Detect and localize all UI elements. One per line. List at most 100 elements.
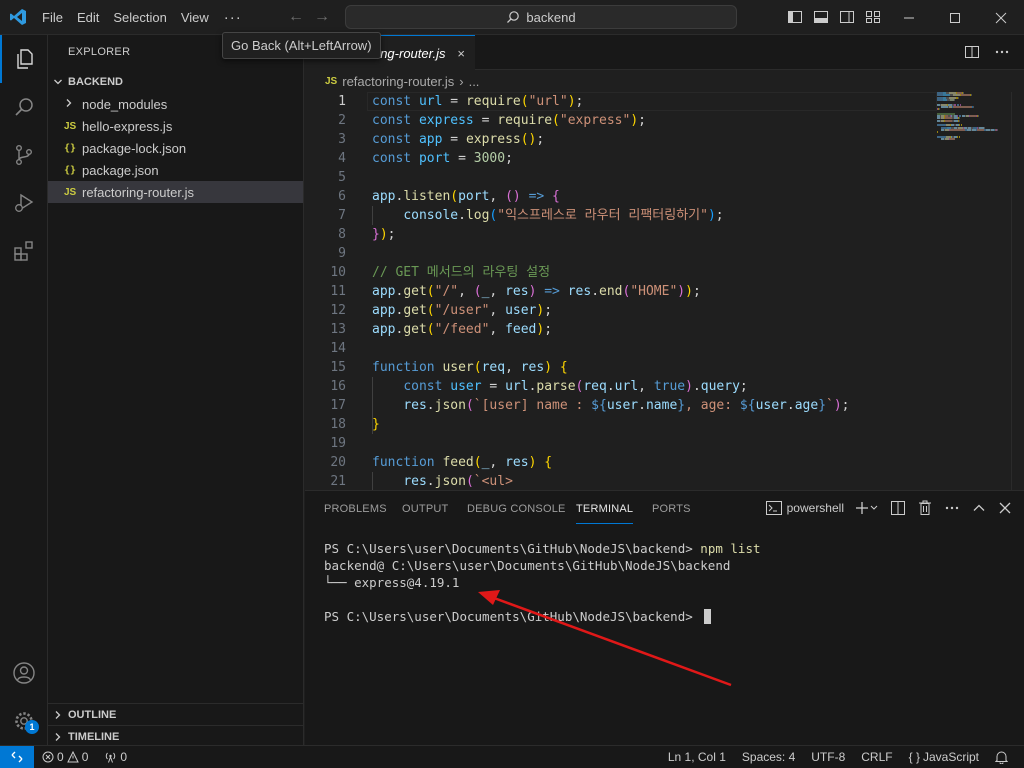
trash-icon[interactable] xyxy=(918,500,932,516)
notifications-button[interactable] xyxy=(987,750,1016,764)
maximize-button[interactable] xyxy=(932,0,978,35)
remote-indicator[interactable] xyxy=(0,746,34,768)
search-activity[interactable] xyxy=(0,83,48,131)
code-text: const port = 3000; xyxy=(372,149,513,168)
folder-header-backend[interactable]: BACKEND xyxy=(48,71,304,93)
tab-terminal[interactable]: TERMINAL xyxy=(576,503,634,524)
tab-output[interactable]: OUTPUT xyxy=(402,503,448,515)
new-terminal-icon[interactable] xyxy=(856,501,878,515)
menu-file[interactable]: File xyxy=(35,0,70,35)
line-ending[interactable]: CRLF xyxy=(853,750,900,764)
close-tab-button[interactable]: × xyxy=(457,46,465,61)
more-actions-icon[interactable] xyxy=(994,44,1010,60)
code-line[interactable]: 10 // GET 메서드의 라우팅 설정 xyxy=(305,263,937,282)
encoding[interactable]: UTF-8 xyxy=(803,750,853,764)
code-token: . xyxy=(638,398,646,413)
code-text: res.json(`<ul> xyxy=(372,472,513,490)
code-line[interactable]: 9 xyxy=(305,244,937,263)
indentation[interactable]: Spaces: 4 xyxy=(734,750,803,764)
menu-selection[interactable]: Selection xyxy=(106,0,173,35)
tree-item-package-json[interactable]: {} package.json xyxy=(48,159,303,181)
tab-ports[interactable]: PORTS xyxy=(652,503,691,515)
split-terminal-icon[interactable] xyxy=(890,500,906,516)
customize-layout-icon[interactable] xyxy=(865,9,881,25)
editor-scrollbar[interactable] xyxy=(1011,92,1024,490)
chevron-right-icon xyxy=(48,732,68,742)
code-line[interactable]: 17 res.json(`[user] name : ${user.name},… xyxy=(305,396,937,415)
code-line[interactable]: 12 app.get("/user", user); xyxy=(305,301,937,320)
run-debug-activity[interactable] xyxy=(0,179,48,227)
code-line[interactable]: 7 console.log("익스프레스로 라우터 리팩터링하기"); xyxy=(305,206,937,225)
more-actions-icon[interactable] xyxy=(944,500,960,516)
code-token: , age: xyxy=(685,398,740,413)
timeline-section[interactable]: TIMELINE xyxy=(48,725,304,747)
code-text: const user = url.parse(req.url, true).qu… xyxy=(372,377,747,396)
command-center-search[interactable]: backend xyxy=(345,5,737,29)
code-line[interactable]: 20 function feed(_, res) { xyxy=(305,453,937,472)
close-window-button[interactable] xyxy=(978,0,1024,35)
go-forward-button[interactable]: → xyxy=(314,8,330,26)
code-line[interactable]: 15 function user(req, res) { xyxy=(305,358,937,377)
toggle-panel-icon[interactable] xyxy=(813,9,829,25)
terminal-selector[interactable]: powershell xyxy=(765,501,844,515)
code-line[interactable]: 5 xyxy=(305,168,937,187)
code-editor[interactable]: 1 const url = require("url"); 2 const expre… xyxy=(305,92,1024,490)
toggle-secondary-sidebar-icon[interactable] xyxy=(839,9,855,25)
line-number: 8 xyxy=(338,227,346,242)
breadcrumb-file[interactable]: refactoring-router.js xyxy=(342,74,454,89)
tree-item-hello-express[interactable]: JS hello-express.js xyxy=(48,115,303,137)
outline-section[interactable]: OUTLINE xyxy=(48,703,304,725)
code-line[interactable]: 1 const url = require("url"); xyxy=(305,92,937,111)
explorer-activity[interactable] xyxy=(0,35,48,83)
tree-item-node-modules[interactable]: node_modules xyxy=(48,93,303,115)
cursor-position[interactable]: Ln 1, Col 1 xyxy=(660,750,734,764)
minimap[interactable] xyxy=(937,92,1007,212)
manage-activity[interactable]: 1 xyxy=(0,697,48,745)
chevron-up-icon[interactable] xyxy=(972,501,986,515)
code-line[interactable]: 21 res.json(`<ul> xyxy=(305,472,937,490)
menu-view[interactable]: View xyxy=(174,0,216,35)
split-editor-icon[interactable] xyxy=(964,44,980,60)
code-token: { xyxy=(544,455,553,470)
breadcrumb-more[interactable]: ... xyxy=(469,74,480,89)
source-control-activity[interactable] xyxy=(0,131,48,179)
code-line[interactable]: 6 app.listen(port, () => { xyxy=(305,187,937,206)
code-line[interactable]: 2 const express = require("express"); xyxy=(305,111,937,130)
code-token: name xyxy=(645,398,678,413)
close-icon[interactable] xyxy=(998,501,1012,515)
code-line[interactable]: 16 const user = url.parse(req.url, true)… xyxy=(305,377,937,396)
code-line[interactable]: 14 xyxy=(305,339,937,358)
extensions-activity[interactable] xyxy=(0,227,48,275)
go-back-button[interactable]: ← xyxy=(288,8,304,26)
tree-item-package-lock[interactable]: {} package-lock.json xyxy=(48,137,303,159)
ports-status[interactable]: 0 xyxy=(96,750,135,764)
tree-item-refactoring-router[interactable]: JS refactoring-router.js xyxy=(48,181,303,203)
files-icon xyxy=(17,49,33,69)
code-text: app.listen(port, () => { xyxy=(372,187,560,206)
menu-edit[interactable]: Edit xyxy=(70,0,106,35)
code-line[interactable]: 18} xyxy=(305,415,937,434)
line-number: 1 xyxy=(338,94,346,109)
code-line[interactable]: 4 const port = 3000; xyxy=(305,149,937,168)
accounts-activity[interactable] xyxy=(0,649,48,697)
toggle-primary-sidebar-icon[interactable] xyxy=(787,9,803,25)
code-line[interactable]: 11 app.get("/", (_, res) => res.end("HOME… xyxy=(305,282,937,301)
code-line[interactable]: 3 const app = express(); xyxy=(305,130,937,149)
code-line[interactable]: 13 app.get("/feed", feed); xyxy=(305,320,937,339)
line-number: 3 xyxy=(338,132,346,147)
line-number: 17 xyxy=(330,398,346,413)
code-text: function feed(_, res) { xyxy=(372,453,552,472)
problems-status[interactable]: 0 0 xyxy=(34,750,96,764)
code-token: query xyxy=(700,379,740,394)
code-token: => xyxy=(544,284,560,299)
tab-problems[interactable]: PROBLEMS xyxy=(324,503,387,515)
tab-debug-console[interactable]: DEBUG CONSOLE xyxy=(467,503,566,515)
code-line[interactable]: 19 xyxy=(305,434,937,453)
language-mode[interactable]: { } JavaScript xyxy=(901,750,987,764)
code-line[interactable]: 8}); xyxy=(305,225,937,244)
code-token: ; xyxy=(505,151,513,166)
minimize-button[interactable] xyxy=(886,0,932,35)
more-menu-button[interactable]: ··· xyxy=(216,9,250,26)
code-token: . xyxy=(458,208,466,223)
